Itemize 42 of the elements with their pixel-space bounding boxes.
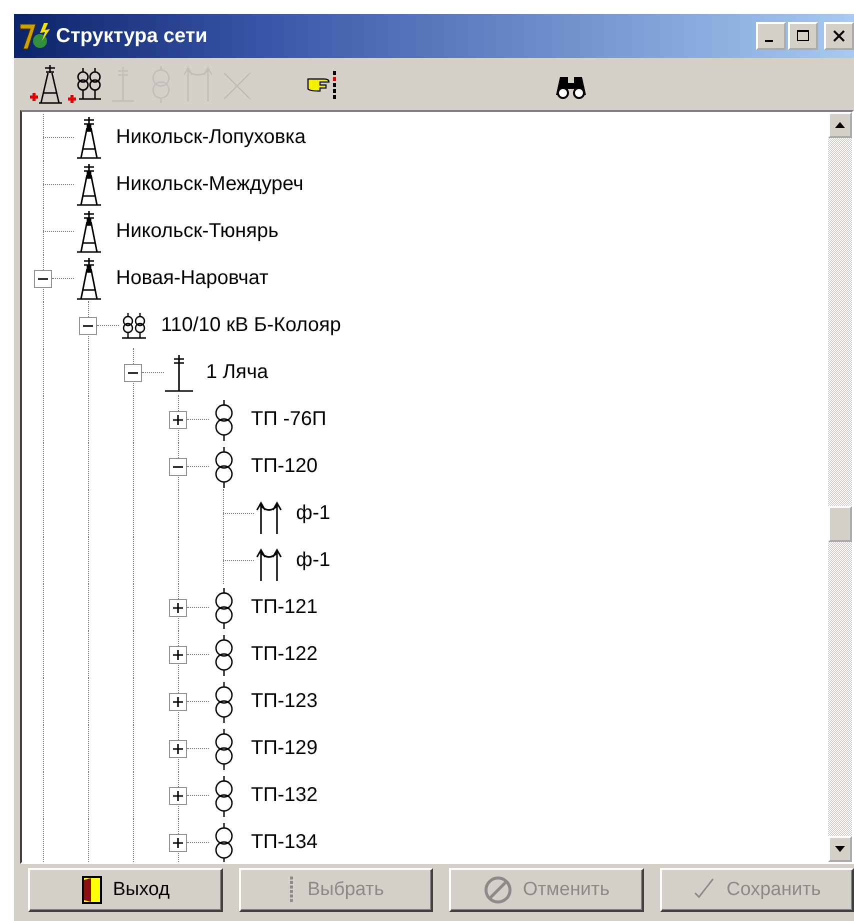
- maximize-button[interactable]: [788, 22, 818, 50]
- expand-toggle[interactable]: [169, 646, 187, 664]
- tree-item[interactable]: Новая-Наровчат: [116, 267, 268, 290]
- expand-toggle[interactable]: [169, 786, 187, 804]
- minimize-icon: [765, 40, 773, 42]
- tree-item[interactable]: Никольск-Тюнярь: [116, 220, 279, 243]
- down-arrow-icon: [833, 844, 847, 854]
- tree-item[interactable]: ТП-120: [251, 455, 318, 478]
- collapse-toggle[interactable]: [34, 270, 52, 288]
- close-button[interactable]: [824, 22, 854, 50]
- tree-item[interactable]: ТП-122: [251, 643, 318, 666]
- scroll-up-button[interactable]: [828, 112, 852, 138]
- close-icon: [832, 29, 846, 43]
- window-title: Структура сети: [56, 24, 208, 48]
- tree-item[interactable]: 110/10 кВ Б-Колояр: [161, 314, 341, 337]
- expand-toggle[interactable]: [169, 834, 187, 852]
- tree-item[interactable]: Никольск-Междуреч: [116, 173, 304, 196]
- maximize-icon: [796, 29, 810, 43]
- door-icon: [80, 875, 103, 905]
- prohibited-icon: [482, 875, 513, 905]
- tree-item[interactable]: Никольск-Лопуховка: [116, 126, 306, 149]
- tree-item[interactable]: ТП-129: [251, 737, 318, 760]
- expand-toggle[interactable]: [169, 692, 187, 710]
- tree-item[interactable]: ТП-134: [251, 831, 318, 854]
- collapse-toggle[interactable]: [169, 458, 187, 476]
- collapse-toggle[interactable]: [124, 364, 142, 382]
- up-arrow-icon: [833, 120, 847, 130]
- tree-item[interactable]: ТП -76П: [251, 408, 326, 431]
- tree-item[interactable]: ТП-132: [251, 784, 318, 807]
- tree-item[interactable]: ТП-123: [251, 690, 318, 713]
- tree-item[interactable]: ф-1: [296, 549, 330, 572]
- scroll-thumb[interactable]: [828, 506, 852, 542]
- collapse-toggle[interactable]: [79, 316, 97, 334]
- tree-item[interactable]: 1 Ляча: [206, 361, 268, 384]
- scroll-down-button[interactable]: [828, 836, 852, 862]
- expand-toggle[interactable]: [169, 410, 187, 428]
- tree-item[interactable]: ТП-121: [251, 596, 318, 619]
- vertical-scrollbar[interactable]: [828, 112, 852, 862]
- expand-toggle[interactable]: [169, 740, 187, 758]
- exit-button[interactable]: Выход: [28, 868, 222, 912]
- expand-toggle[interactable]: [169, 598, 187, 616]
- tree-item[interactable]: ф-1: [296, 502, 330, 525]
